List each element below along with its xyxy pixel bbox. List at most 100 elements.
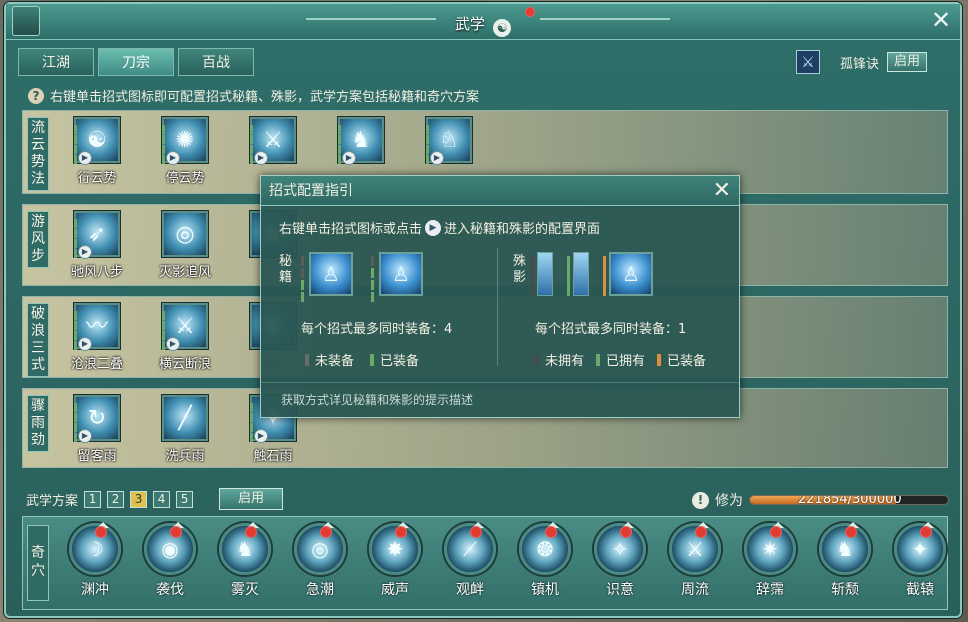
notification-dot — [245, 526, 257, 538]
title-ornament-left — [306, 18, 436, 20]
qixue-node[interactable]: ✸ 威声 — [359, 522, 431, 599]
tab-bar: 江湖 刀宗 百战 — [18, 48, 258, 76]
meditate-icon[interactable]: ♙ — [379, 252, 423, 296]
qixue-node-icon[interactable]: ☽ — [69, 522, 121, 575]
play-icon[interactable]: ▶ — [166, 151, 180, 165]
skill-tingyunshi[interactable]: ✺ ▶ 停云势 — [145, 117, 225, 189]
meditate-icon[interactable]: ♙ — [609, 252, 653, 296]
skill-liukeyu[interactable]: ↻ ▶ 留客雨 — [57, 395, 137, 467]
skill-xibingyu[interactable]: ╱ 洗兵雨 — [145, 395, 225, 467]
shuying-label: 殊影 — [513, 254, 527, 285]
qixue-node-icon[interactable]: ⟋ — [444, 522, 496, 575]
book-icon — [12, 6, 40, 36]
notification-dot — [620, 526, 632, 538]
popup-divider — [497, 248, 498, 366]
play-icon[interactable]: ▶ — [430, 151, 444, 165]
play-icon[interactable]: ▶ — [254, 151, 268, 165]
shuying-max-text: 每个招式最多同时装备：1 — [535, 322, 687, 337]
qixue-node[interactable]: ❂ 镇机 — [509, 522, 581, 599]
blade-icon: ╱ — [178, 406, 192, 431]
miji-label: 秘籍 — [279, 254, 293, 285]
close-icon[interactable]: ✕ — [928, 8, 954, 34]
skill-chifengbabu[interactable]: ➶ ▶ 驰风八步 — [57, 211, 137, 283]
scheme-1[interactable]: 1 — [84, 490, 102, 508]
skill-xingyunshi[interactable]: ☯ ▶ 行云势 — [57, 117, 137, 189]
qixue-node-icon[interactable]: ✧ — [594, 522, 646, 575]
play-icon[interactable]: ▶ — [166, 337, 180, 351]
qixue-node[interactable]: ⟋ 观衅 — [434, 522, 506, 599]
skill-canglangsandie[interactable]: 〰 ▶ 沧浪三叠 — [57, 303, 137, 375]
qixue-node[interactable]: ♞ 雾灭 — [209, 522, 281, 599]
hint-text: 右键单击招式图标即可配置招式秘籍、殊影，武学方案包括秘籍和奇穴方案 — [50, 90, 480, 105]
notification-dot — [95, 526, 107, 538]
meditate-icon[interactable]: ♙ — [309, 252, 353, 296]
popup-title: 招式配置指引 — [261, 176, 739, 206]
title-bar: 武学 ☯ ✕ — [6, 4, 960, 40]
scheme-3[interactable]: 3 — [130, 490, 148, 508]
row-label: 破浪三式 — [27, 303, 49, 377]
mount-name: 孤锋诀 — [840, 56, 880, 72]
scheme-enable-button[interactable]: 启用 — [219, 488, 284, 510]
tab-baizhan[interactable]: 百战 — [178, 48, 254, 76]
question-icon[interactable]: ? — [28, 87, 44, 104]
play-icon[interactable]: ▶ — [78, 151, 92, 165]
cultivation-panel: ! 修为 221854/300000 — [692, 490, 949, 510]
skill-hengyunduanlang[interactable]: ⚔ ▶ 横云断浪 — [145, 303, 225, 375]
notification-dot — [770, 526, 782, 538]
title-ornament-right — [540, 18, 670, 20]
qixue-node[interactable]: ⚔ 周流 — [659, 522, 731, 599]
scheme-4[interactable]: 4 — [153, 490, 171, 508]
play-icon[interactable]: ▶ — [78, 245, 92, 259]
mount-skill-icon[interactable]: ⚔ — [796, 50, 820, 74]
row-label: 流云势法 — [27, 117, 49, 191]
notification-dot — [845, 526, 857, 538]
play-icon[interactable]: ▶ — [78, 429, 92, 443]
scheme-2[interactable]: 2 — [107, 490, 125, 508]
scheme-bar: 武学方案 1 2 3 4 5 启用 — [26, 488, 284, 510]
qixue-node[interactable]: ♞ 斩颓 — [809, 522, 881, 599]
qixue-node[interactable]: ◉ 袭伐 — [134, 522, 206, 599]
shuying-legend: 未拥有 已拥有 已装备 — [535, 350, 706, 369]
vortex-icon: ◎ — [175, 222, 195, 247]
shadow-slot-icon[interactable] — [537, 252, 553, 296]
notification-dot — [545, 526, 557, 538]
miji-max-text: 每个招式最多同时装备：4 — [301, 322, 453, 337]
notification-dot — [920, 526, 932, 538]
qixue-node[interactable]: ✦ 截辕 — [884, 522, 956, 599]
tab-daozong[interactable]: 刀宗 — [98, 48, 174, 76]
mount-enable-button[interactable]: 启用 — [887, 52, 928, 72]
play-icon[interactable]: ▶ — [254, 429, 268, 443]
qixue-node-icon[interactable]: ♞ — [819, 522, 871, 575]
scheme-5[interactable]: 5 — [176, 490, 194, 508]
play-icon[interactable]: ▶ — [78, 337, 92, 351]
qixue-node-icon[interactable]: ✸ — [369, 522, 421, 575]
play-icon[interactable]: ▶ — [342, 151, 356, 165]
qixue-node-icon[interactable]: ✦ — [894, 522, 946, 575]
qixue-panel: 奇穴 ☽ 渊冲 ◉ 袭伐 ♞ 雾灭 ◎ 急潮 ✸ 威声 ⟋ 观衅 ❂ 镇机 ✧ 识意 ⚔ 周流 ✷ 辞霈 ♞ 斩颓 ✦ 截辕 — [22, 516, 948, 610]
scheme-label: 武学方案 — [26, 493, 79, 509]
miji-legend: 未装备 已装备 — [305, 350, 419, 369]
notification-dot — [525, 7, 535, 17]
qixue-node[interactable]: ◎ 急潮 — [284, 522, 356, 599]
qixue-node-icon[interactable]: ✷ — [744, 522, 796, 575]
notification-dot — [170, 526, 182, 538]
qixue-node-icon[interactable]: ❂ — [519, 522, 571, 575]
window-title: 武学 — [454, 15, 485, 33]
notification-dot — [695, 526, 707, 538]
qixue-node-icon[interactable]: ⚔ — [669, 522, 721, 575]
qixue-node[interactable]: ☽ 渊冲 — [59, 522, 131, 599]
qixue-node[interactable]: ✧ 识意 — [584, 522, 656, 599]
row-label: 游风步 — [27, 211, 49, 268]
mount-panel: ⚔ 孤锋诀 启用 — [796, 48, 944, 76]
qixue-node-icon[interactable]: ◎ — [294, 522, 346, 575]
notification-dot — [395, 526, 407, 538]
qixue-node[interactable]: ✷ 辞霈 — [734, 522, 806, 599]
exclamation-icon[interactable]: ! — [692, 491, 709, 509]
martial-arts-window: 武学 ☯ ✕ 江湖 刀宗 百战 ⚔ 孤锋诀 启用 ? 右键单击招式图标即可配置招… — [4, 2, 962, 618]
shadow-slot-icon[interactable] — [573, 252, 589, 296]
skill-mieyingzhuifeng[interactable]: ◎ 灭影追风 — [145, 211, 225, 283]
qixue-node-icon[interactable]: ◉ — [144, 522, 196, 575]
tab-jianghu[interactable]: 江湖 — [18, 48, 94, 76]
popup-close-icon[interactable]: ✕ — [713, 178, 731, 204]
qixue-node-icon[interactable]: ♞ — [219, 522, 271, 575]
